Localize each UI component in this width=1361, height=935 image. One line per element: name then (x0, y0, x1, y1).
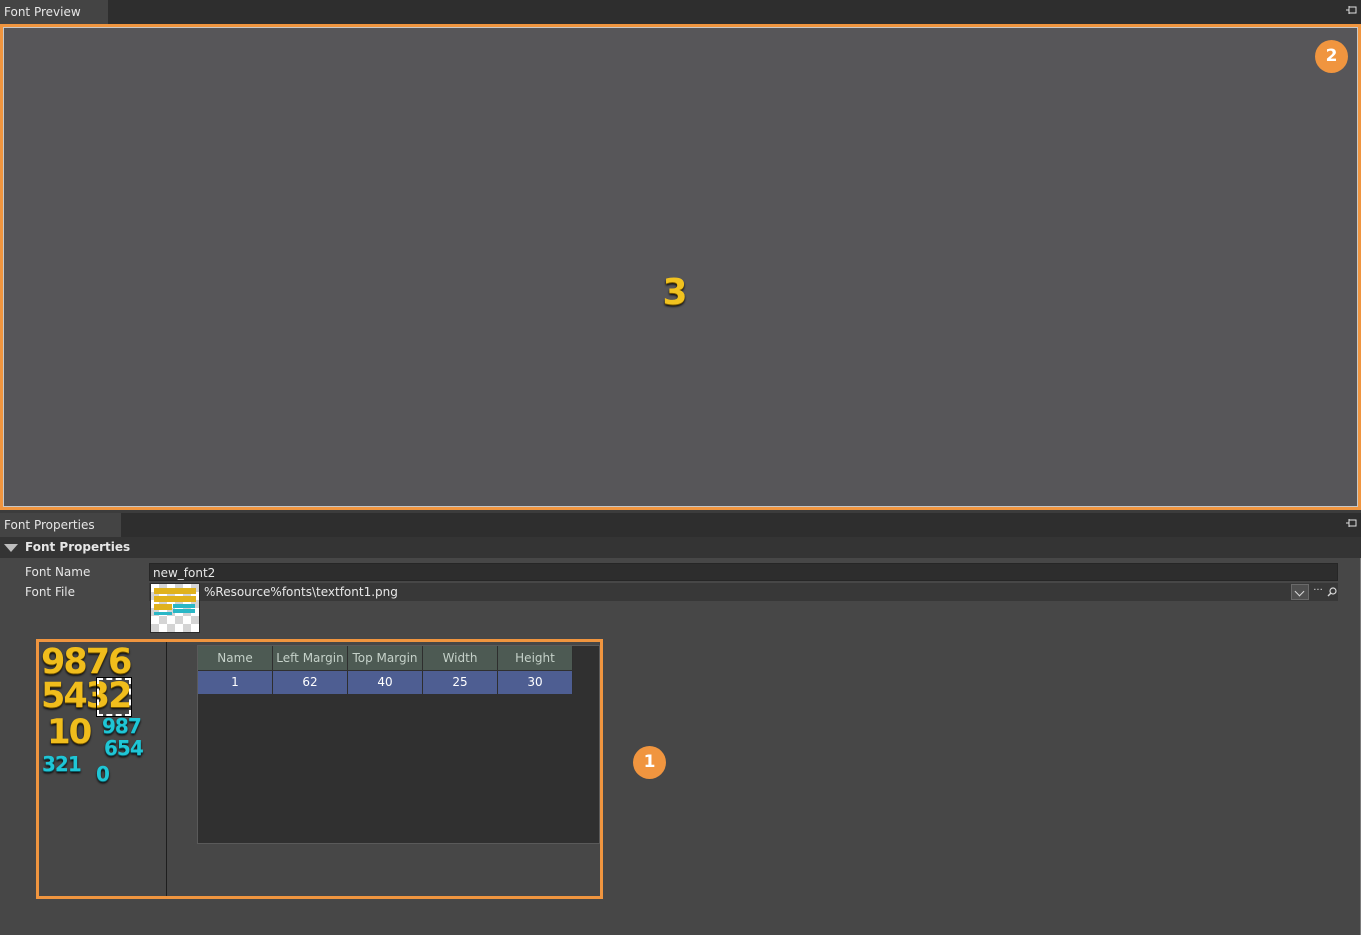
cell-width[interactable]: 25 (423, 671, 498, 694)
atlas-glyph-row: 321 (42, 752, 82, 776)
atlas-glyph-row: 987 (102, 714, 142, 738)
cell-name[interactable]: 1 (198, 671, 273, 694)
atlas-glyphs: 54 (41, 676, 88, 716)
font-preview-canvas[interactable]: 3 (0, 24, 1361, 510)
column-header-width[interactable]: Width (423, 646, 498, 670)
font-file-thumbnail (150, 583, 200, 633)
font-file-path: %Resource%fonts\textfont1.png (204, 585, 398, 599)
section-title: Font Properties (25, 540, 131, 554)
cell-height[interactable]: 30 (498, 671, 573, 694)
chevron-down-icon[interactable] (1291, 584, 1309, 600)
callout-badge-1: 1 (633, 746, 666, 779)
font-name-input[interactable]: new_font2 (149, 563, 1338, 581)
table-row[interactable]: 1 62 40 25 30 (198, 671, 573, 694)
collapse-triangle-icon[interactable] (4, 544, 18, 552)
column-header-top-margin[interactable]: Top Margin (348, 646, 423, 670)
callout-badge-2: 2 (1315, 40, 1348, 73)
cell-top-margin[interactable]: 40 (348, 671, 423, 694)
atlas-image-pane[interactable]: 9876 5432 10 987 654 321 0 (39, 642, 167, 896)
preview-tabbar: Font Preview (0, 0, 1361, 24)
browse-button[interactable]: ··· (1312, 584, 1324, 600)
column-header-height[interactable]: Height (498, 646, 573, 670)
glyph-selection-box[interactable] (96, 677, 132, 717)
atlas-thumbnail-image (154, 588, 196, 615)
atlas-glyph-row: 0 (96, 762, 110, 786)
preview-glyph: 3 (662, 272, 688, 313)
column-header-name[interactable]: Name (198, 646, 273, 670)
column-header-left-margin[interactable]: Left Margin (273, 646, 348, 670)
properties-tabbar: Font Properties (0, 513, 1361, 537)
tab-font-preview[interactable]: Font Preview (0, 0, 108, 24)
character-table: Name Left Margin Top Margin Width Height… (197, 645, 600, 844)
search-icon[interactable] (1326, 584, 1338, 600)
atlas-glyph-row: 10 (47, 712, 92, 752)
section-header[interactable]: Font Properties (0, 537, 1361, 558)
atlas-glyph-row: 654 (104, 736, 144, 760)
glyph-editor: 9876 5432 10 987 654 321 0 Name Left Mar… (36, 639, 603, 899)
pin-icon[interactable] (1345, 518, 1358, 531)
cell-left-margin[interactable]: 62 (273, 671, 348, 694)
pin-icon[interactable] (1345, 5, 1358, 18)
table-header: Name Left Margin Top Margin Width Height (198, 646, 573, 670)
font-file-label: Font File (25, 585, 76, 599)
font-name-label: Font Name (25, 565, 91, 579)
tab-font-properties[interactable]: Font Properties (0, 513, 121, 537)
